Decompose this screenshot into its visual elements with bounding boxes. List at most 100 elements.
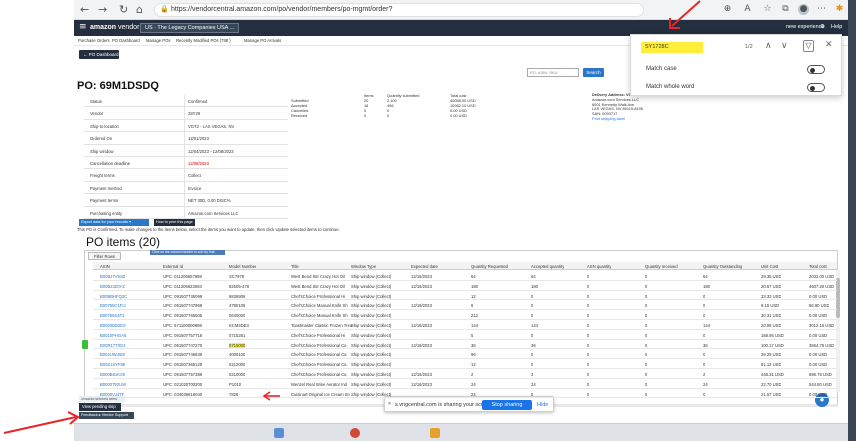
col-qty-requested[interactable]: Quantity Requested <box>471 264 508 269</box>
table-cell-model-number: 0640000 <box>229 313 246 319</box>
settings-gear-icon[interactable]: ⚙ <box>820 24 825 30</box>
row-select-checkbox[interactable] <box>82 300 88 309</box>
table-cell-asin[interactable]: B0000VJ4TF <box>100 392 124 397</box>
po-dashboard-button[interactable]: ← PO Dashboard <box>79 50 119 59</box>
row-select-checkbox[interactable] <box>82 379 88 388</box>
taskbar-app-icon[interactable] <box>350 428 360 438</box>
read-aloud-icon[interactable]: A <box>742 4 753 15</box>
table-row[interactable]: B00R17T0G2 UPC: 091507747270 0715000 Chef's… <box>82 339 837 350</box>
table-cell-asin[interactable]: B0083DB2ES <box>100 323 126 328</box>
table-row[interactable]: B0010PHGA6 UPC: 091507757716 0715281 Chef's… <box>93 330 837 340</box>
col-external-id[interactable]: External Id <box>163 264 183 269</box>
forward-arrow-icon[interactable]: → <box>98 3 107 17</box>
hide-banner-link[interactable]: Hide <box>537 402 548 408</box>
stop-sharing-button[interactable]: Stop sharing <box>482 400 532 410</box>
table-cell-asin[interactable]: B00R17T0G2 <box>100 343 126 348</box>
new-experience-link[interactable]: new experience <box>786 24 825 30</box>
table-cell-asin[interactable]: B00Z1SYF95 <box>100 362 125 367</box>
extension-icon[interactable]: ✱ <box>834 4 845 15</box>
col-accepted-qty[interactable]: Accepted quantity <box>531 264 564 269</box>
row-select-checkbox[interactable] <box>82 339 88 349</box>
row-select-checkbox[interactable] <box>82 281 88 290</box>
row-select-checkbox[interactable] <box>82 310 88 319</box>
table-row[interactable]: B0083DB2ES UPC: 671100000698 KCM3DE3 Toastm… <box>93 320 837 330</box>
address-bar[interactable]: 🔒 https://vendorcentral.amazon.com/po/ve… <box>154 3 644 17</box>
table-cell-asin[interactable]: B0010PHGA6 <box>100 333 126 338</box>
col-title[interactable]: Title <box>291 264 299 269</box>
find-filter-icon[interactable]: ▽ <box>803 40 814 52</box>
table-cell-quantity-outstanding: 36 <box>703 342 708 348</box>
row-select-checkbox[interactable] <box>82 291 88 300</box>
match-whole-word-toggle[interactable] <box>807 83 825 92</box>
favorite-icon[interactable]: ☆ <box>762 4 773 15</box>
profile-avatar[interactable]: ● <box>798 4 809 15</box>
table-cell-asin[interactable]: B00755C1FIJ <box>100 303 126 308</box>
table-row[interactable]: B00BJ3Z0YZ UPC: 011206623093 82505-478 West… <box>93 281 837 291</box>
col-expected-date[interactable]: Expected date <box>411 264 438 269</box>
zoom-icon[interactable]: ⊕ <box>722 4 733 15</box>
col-model-number[interactable]: Model Number <box>229 264 256 269</box>
subnav-po-dashboard[interactable]: PO Dashboard <box>112 38 140 43</box>
row-select-checkbox[interactable] <box>82 320 88 329</box>
find-prev-icon[interactable]: ∧ <box>765 41 772 51</box>
table-cell-asin[interactable]: B00755S4F3 <box>100 313 124 318</box>
table-cell-asin[interactable]: B00BJ7VN4Z <box>100 274 125 279</box>
table-cell-expected-date: 12/16/2023 <box>411 283 432 289</box>
table-row[interactable]: B0000VJ4TF UPC: 034036816040 7826 Cuisinart… <box>93 389 837 399</box>
home-icon[interactable]: ⌂ <box>136 3 143 17</box>
table-row[interactable]: B0000792UW UPC: 021020700200 P1010 Wenzel R… <box>93 379 837 389</box>
table-cell-asin[interactable]: B000B61KS0 <box>100 372 125 377</box>
col-window-type[interactable]: Window Type <box>351 264 376 269</box>
table-cell-asin[interactable]: B0000792UW <box>100 382 126 387</box>
table-row[interactable]: B00BBHFQ3C UPC: 091507745099 6836906 Chef's… <box>93 291 837 301</box>
table-row[interactable]: B00755C1FIJ UPC: 091507747969 4780105 Chef'… <box>93 300 837 311</box>
col-total-cost[interactable]: Total cost <box>809 264 827 269</box>
print-page-button[interactable]: How to print this page <box>154 219 195 226</box>
search-button[interactable]: Search <box>583 68 604 77</box>
subnav-purchase-orders[interactable]: Purchase Orders <box>78 38 110 43</box>
filter-rows-button[interactable]: Filter Rows <box>88 252 121 260</box>
subnav-recently-modified[interactable]: Recently Modified POs (788 ) <box>176 38 231 43</box>
po-search-input[interactable]: PO, ASIN, SKU <box>527 68 579 77</box>
table-row[interactable]: B00BJ7VN4Z UPC: 011206657998 SC7978 West Be… <box>93 271 837 281</box>
back-arrow-icon[interactable]: ← <box>80 3 89 17</box>
row-select-checkbox[interactable] <box>82 330 88 339</box>
col-qty-outstanding[interactable]: Quantity Outstanding <box>703 264 742 269</box>
col-unit-cost[interactable]: Unit Cost <box>761 264 778 269</box>
table-cell-title: Chef'sChoice Manual Knife Sh <box>291 303 348 309</box>
taskbar-app-icon[interactable] <box>274 428 284 438</box>
summary-cell: 0 <box>364 113 367 118</box>
print-shipping-label-link[interactable]: Print shipping label <box>592 116 662 122</box>
find-next-icon[interactable]: ∨ <box>781 41 788 51</box>
col-asn-qty[interactable]: ASN quantity <box>587 264 611 269</box>
menu-icon[interactable]: ≡ <box>79 22 87 32</box>
row-select-checkbox[interactable] <box>82 349 88 358</box>
taskbar-app-icon[interactable] <box>430 428 440 438</box>
feedback-button[interactable]: Feedback ▸ Vendor Support <box>79 412 134 419</box>
table-row[interactable]: B00Z1SYF95 UPC: 091507365129 0212000 Chef's… <box>93 359 837 369</box>
subnav-manage-arrivals[interactable]: Manage PO Arrivals <box>244 38 281 43</box>
table-row[interactable]: B002UW45I0 UPC: 091507746839 4000100 Chef's… <box>93 349 837 360</box>
col-qty-received[interactable]: Quantity received <box>645 264 678 269</box>
view-pending-button[interactable]: View pending skip <box>79 403 121 411</box>
refresh-icon[interactable]: ↻ <box>119 3 128 17</box>
row-select-checkbox[interactable] <box>82 369 88 378</box>
match-case-toggle[interactable] <box>807 65 825 74</box>
row-select-checkbox[interactable] <box>82 271 88 280</box>
row-select-checkbox[interactable] <box>82 359 88 368</box>
subnav-manage-pos[interactable]: Manage POs <box>146 38 170 43</box>
col-asin[interactable]: ASIN <box>100 264 110 269</box>
find-close-icon[interactable]: ✕ <box>825 40 833 50</box>
row-select-checkbox[interactable] <box>82 389 88 398</box>
collections-icon[interactable]: ⧉ <box>780 4 791 15</box>
find-query-input[interactable]: SY1728C <box>641 42 703 53</box>
table-cell-asin[interactable]: B00BJ3Z0YZ <box>100 284 125 289</box>
table-cell-asin[interactable]: B002UW45I0 <box>100 352 125 357</box>
more-icon[interactable]: ⋯ <box>816 4 827 15</box>
table-cell-asin[interactable]: B00BBHFQ3C <box>100 294 127 299</box>
table-row[interactable]: B00755S4F3 UPC: 091507765505 0640000 Chef's… <box>93 310 837 320</box>
export-data-button[interactable]: Export data for your records ▾ <box>79 219 149 226</box>
table-row[interactable]: B000B61KS0 UPC: 091507757386 0210000 Chef's… <box>93 369 837 379</box>
help-link[interactable]: Help <box>831 24 842 30</box>
account-switcher[interactable]: US · The Legacy Companies USA ... <box>140 23 240 33</box>
